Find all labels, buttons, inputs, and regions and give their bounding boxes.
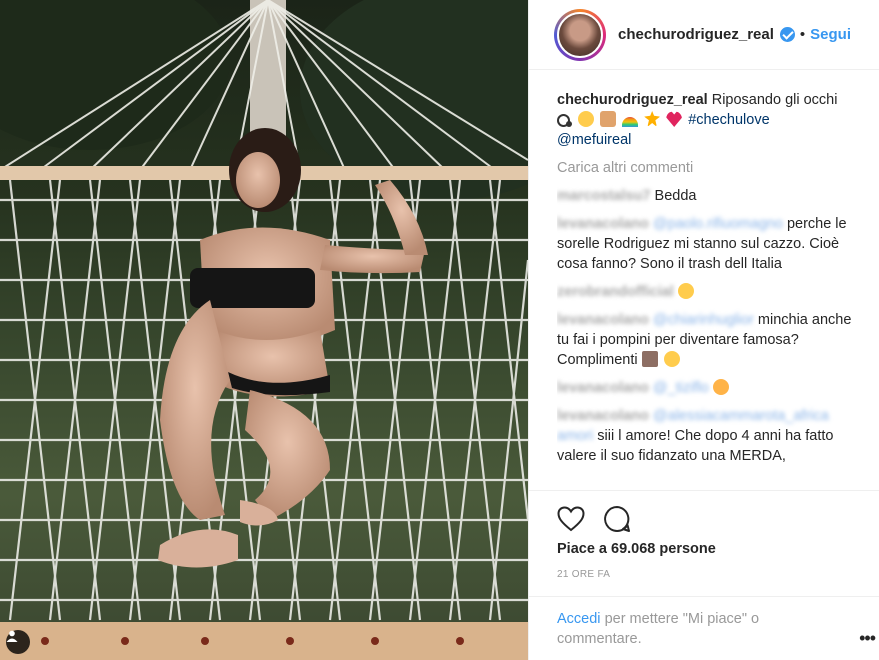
comment-mention[interactable]: @_tiziflo xyxy=(653,380,709,396)
post-side-panel: chechurodriguez_real • Segui chechurodri… xyxy=(528,0,879,660)
post-photo[interactable] xyxy=(0,0,528,660)
user-tag-glyph xyxy=(6,630,18,642)
comments-list[interactable]: chechurodriguez_real Riposando gli occhi… xyxy=(557,90,857,490)
comment-item: zerobrandofficial xyxy=(557,282,857,302)
victory-emoji-icon xyxy=(641,351,658,367)
post-caption: chechurodriguez_real Riposando gli occhi… xyxy=(557,90,857,150)
header-username[interactable]: chechurodriguez_real xyxy=(618,26,774,43)
comment-mention-cont[interactable]: amori xyxy=(557,428,593,444)
verified-badge-icon xyxy=(779,27,795,42)
rainbow-emoji-icon xyxy=(622,117,639,127)
comment-username[interactable]: levanacolano xyxy=(557,312,649,328)
comment-icon[interactable] xyxy=(603,505,631,533)
caption-username[interactable]: chechurodriguez_real xyxy=(557,92,708,108)
comments-fade xyxy=(557,460,857,490)
heart-emoji-icon xyxy=(666,111,683,127)
comment-item: levanacolano @_tiziflo xyxy=(557,378,857,398)
hug-emoji-icon xyxy=(600,111,617,127)
face-emoji-icon xyxy=(578,111,595,127)
comment-item: levanacolano @alessiacammarota_africa am… xyxy=(557,406,857,466)
comment-item: levanacolano @paolo.rifiuomagno perche l… xyxy=(557,214,857,274)
comment-username[interactable]: levanacolano xyxy=(557,408,649,424)
follow-button[interactable]: Segui xyxy=(810,26,851,43)
comment-item: marcostalsu7 Bedda xyxy=(557,186,857,206)
comment-mention[interactable]: @chiarinhuglior xyxy=(653,312,754,328)
halo-emoji-icon xyxy=(663,351,680,367)
caption-mention[interactable]: @mefuireal xyxy=(557,132,631,148)
more-options-icon[interactable]: ••• xyxy=(859,628,876,649)
heart-icon[interactable] xyxy=(557,506,585,532)
comment-username[interactable]: marcostalsu7 xyxy=(557,188,651,204)
eyes-pupil-icon xyxy=(566,121,573,127)
tongue-emoji-icon xyxy=(712,379,729,395)
comment-username[interactable]: zerobrandofficial xyxy=(557,284,674,300)
header-separator: • xyxy=(799,26,806,43)
instagram-post: chechurodriguez_real • Segui chechurodri… xyxy=(0,0,879,660)
load-more-comments[interactable]: Carica altri commenti xyxy=(557,158,857,178)
caption-emojis xyxy=(557,111,688,128)
avatar[interactable] xyxy=(554,8,606,61)
action-icons xyxy=(557,501,879,537)
user-tag-icon[interactable] xyxy=(6,630,30,654)
likes-count[interactable]: Piace a 69.068 persone xyxy=(557,541,879,557)
comment-item: levanacolano @chiarinhuglior minchia anc… xyxy=(557,310,857,370)
comment-username[interactable]: levanacolano xyxy=(557,216,649,232)
comment-text: siii l amore! Che dopo 4 anni ha fatto v… xyxy=(557,428,834,464)
caption-hashtag[interactable]: #chechulove xyxy=(688,112,769,128)
sun-emoji-icon xyxy=(644,111,661,127)
comment-mention[interactable]: @alessiacammarota_africa xyxy=(653,408,829,424)
grin-emoji-icon xyxy=(677,283,694,299)
avatar-image xyxy=(557,11,603,58)
comment-mention[interactable]: @paolo.rifiuomagno xyxy=(653,216,783,232)
post-timestamp[interactable]: 21 ORE FA xyxy=(557,569,879,580)
hammock-photo-illustration xyxy=(0,0,528,660)
login-link[interactable]: Accedi xyxy=(557,611,601,627)
comment-text: Bedda xyxy=(654,188,697,204)
comment-username[interactable]: levanacolano xyxy=(557,380,649,396)
post-header: chechurodriguez_real • Segui xyxy=(529,0,879,70)
login-prompt: Accedi per mettere "Mi piace" o commenta… xyxy=(529,596,879,649)
caption-text: Riposando gli occhi xyxy=(711,92,838,108)
